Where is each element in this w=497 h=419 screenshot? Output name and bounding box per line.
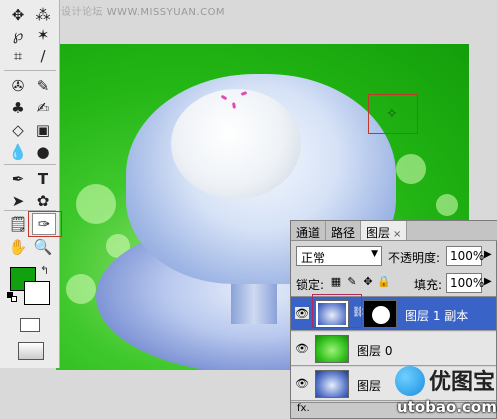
gradient-tool-icon[interactable]: ▣: [31, 119, 55, 141]
layer-mask-thumbnail[interactable]: [363, 300, 397, 328]
magic-wand-tool-icon[interactable]: ⁂: [31, 4, 55, 26]
tab-channels[interactable]: 通道: [291, 221, 327, 240]
history-brush-tool-icon[interactable]: ✍: [31, 97, 55, 119]
blur-tool-icon[interactable]: 💧: [6, 141, 30, 163]
magic-wand-icon[interactable]: ✶: [31, 24, 55, 46]
logo-title: 优图宝: [429, 370, 496, 395]
lock-position-icon[interactable]: ✥: [361, 275, 375, 289]
opacity-label: 不透明度:: [388, 251, 441, 265]
pen-tool-icon[interactable]: ✒: [6, 168, 30, 190]
layer-thumbnail[interactable]: [315, 335, 349, 363]
clone-stamp-tool-icon[interactable]: ♣: [6, 97, 30, 119]
eye-icon[interactable]: 👁: [295, 377, 309, 390]
lock-row: 锁定: ▦ ✎ ✥ 🔒 填充: 100% ▶: [296, 273, 496, 293]
lock-all-icon[interactable]: 🔒: [377, 275, 391, 289]
slice-tool-icon[interactable]: ∕: [31, 45, 55, 67]
zoom-tool-icon[interactable]: 🔍: [31, 236, 55, 258]
lock-transparency-icon[interactable]: ▦: [329, 275, 343, 289]
layer-name: 图层 1 副本: [405, 309, 469, 323]
fill-label: 填充:: [414, 278, 443, 292]
swap-colors-icon[interactable]: ↰: [40, 264, 49, 277]
site-logo: 优图宝 utobao.com: [395, 360, 497, 418]
opacity-input[interactable]: 100%: [446, 246, 484, 266]
dodge-tool-icon[interactable]: ●: [31, 141, 55, 163]
bokeh-dot: [436, 194, 458, 216]
toolbox-divider: [4, 70, 56, 71]
opacity-slider-arrow-icon[interactable]: ▶: [484, 249, 492, 260]
logo-url: utobao.com: [397, 398, 497, 416]
tab-layers[interactable]: 图层 ×: [361, 221, 408, 240]
layer-name: 图层 0: [357, 344, 393, 358]
layer-name: 图层: [357, 379, 382, 393]
blend-mode-select[interactable]: 正常 ▼: [296, 246, 382, 266]
panel-tabs: 通道 路径 图层 ×: [291, 221, 497, 241]
toolbox: ✥ ⁂ ℘ ✶ ⌗ ∕ ✇ ✎ ♣ ✍ ◇ ▣ 💧 ● ✒ T ➤ ✿ 🗒 ✑ …: [0, 0, 60, 368]
watermark-top-url: WWW.MISSYUAN.COM: [106, 7, 226, 18]
brush-tool-icon[interactable]: ✎: [31, 75, 55, 97]
tab-paths[interactable]: 路径: [326, 221, 362, 240]
lasso-tool-icon[interactable]: ℘: [6, 24, 30, 46]
close-icon[interactable]: ×: [393, 229, 401, 240]
fill-input[interactable]: 100%: [446, 273, 484, 293]
notes-tool-icon[interactable]: 🗒: [6, 213, 30, 235]
lock-label: 锁定:: [296, 278, 325, 292]
crop-tool-icon[interactable]: ⌗: [6, 45, 30, 67]
hand-tool-icon[interactable]: ✋: [6, 236, 30, 258]
layer-effects-icon[interactable]: fx.: [297, 403, 310, 414]
path-selection-tool-icon[interactable]: ➤: [6, 190, 30, 212]
screen-mode-button[interactable]: [18, 342, 44, 360]
ice-cream-scoop-image: [171, 89, 301, 199]
layer-thumbnail[interactable]: [315, 370, 349, 398]
toolbox-divider: [4, 164, 56, 165]
blend-row: 正常 ▼ 不透明度: 100% ▶: [296, 246, 496, 266]
background-color-swatch[interactable]: [24, 281, 50, 305]
watermark-top: 思缘设计论坛 WWW.MISSYUAN.COM: [40, 3, 225, 18]
lock-image-icon[interactable]: ✎: [345, 275, 359, 289]
tab-layers-label: 图层: [366, 226, 391, 240]
blend-mode-value: 正常: [301, 251, 326, 265]
bokeh-dot: [66, 274, 96, 304]
thumbnail-highlight-box: [312, 294, 362, 328]
quick-mask-mode-button[interactable]: [20, 318, 40, 332]
bird-logo-icon: [395, 366, 425, 396]
sparkle-icon: ✧: [386, 106, 398, 122]
bokeh-dot: [396, 154, 426, 184]
healing-brush-tool-icon[interactable]: ✇: [6, 75, 30, 97]
type-tool-icon[interactable]: T: [31, 168, 55, 190]
eye-icon[interactable]: 👁: [295, 307, 309, 320]
eye-icon[interactable]: 👁: [295, 342, 309, 355]
default-colors-icon[interactable]: [7, 292, 17, 302]
bokeh-dot: [76, 184, 116, 224]
eraser-tool-icon[interactable]: ◇: [6, 119, 30, 141]
custom-shape-tool-icon[interactable]: ✿: [31, 190, 55, 212]
eyedropper-highlight-box: [28, 211, 62, 237]
move-tool-icon[interactable]: ✥: [6, 4, 30, 26]
chevron-down-icon: ▼: [371, 249, 378, 259]
fill-slider-arrow-icon[interactable]: ▶: [484, 276, 492, 287]
